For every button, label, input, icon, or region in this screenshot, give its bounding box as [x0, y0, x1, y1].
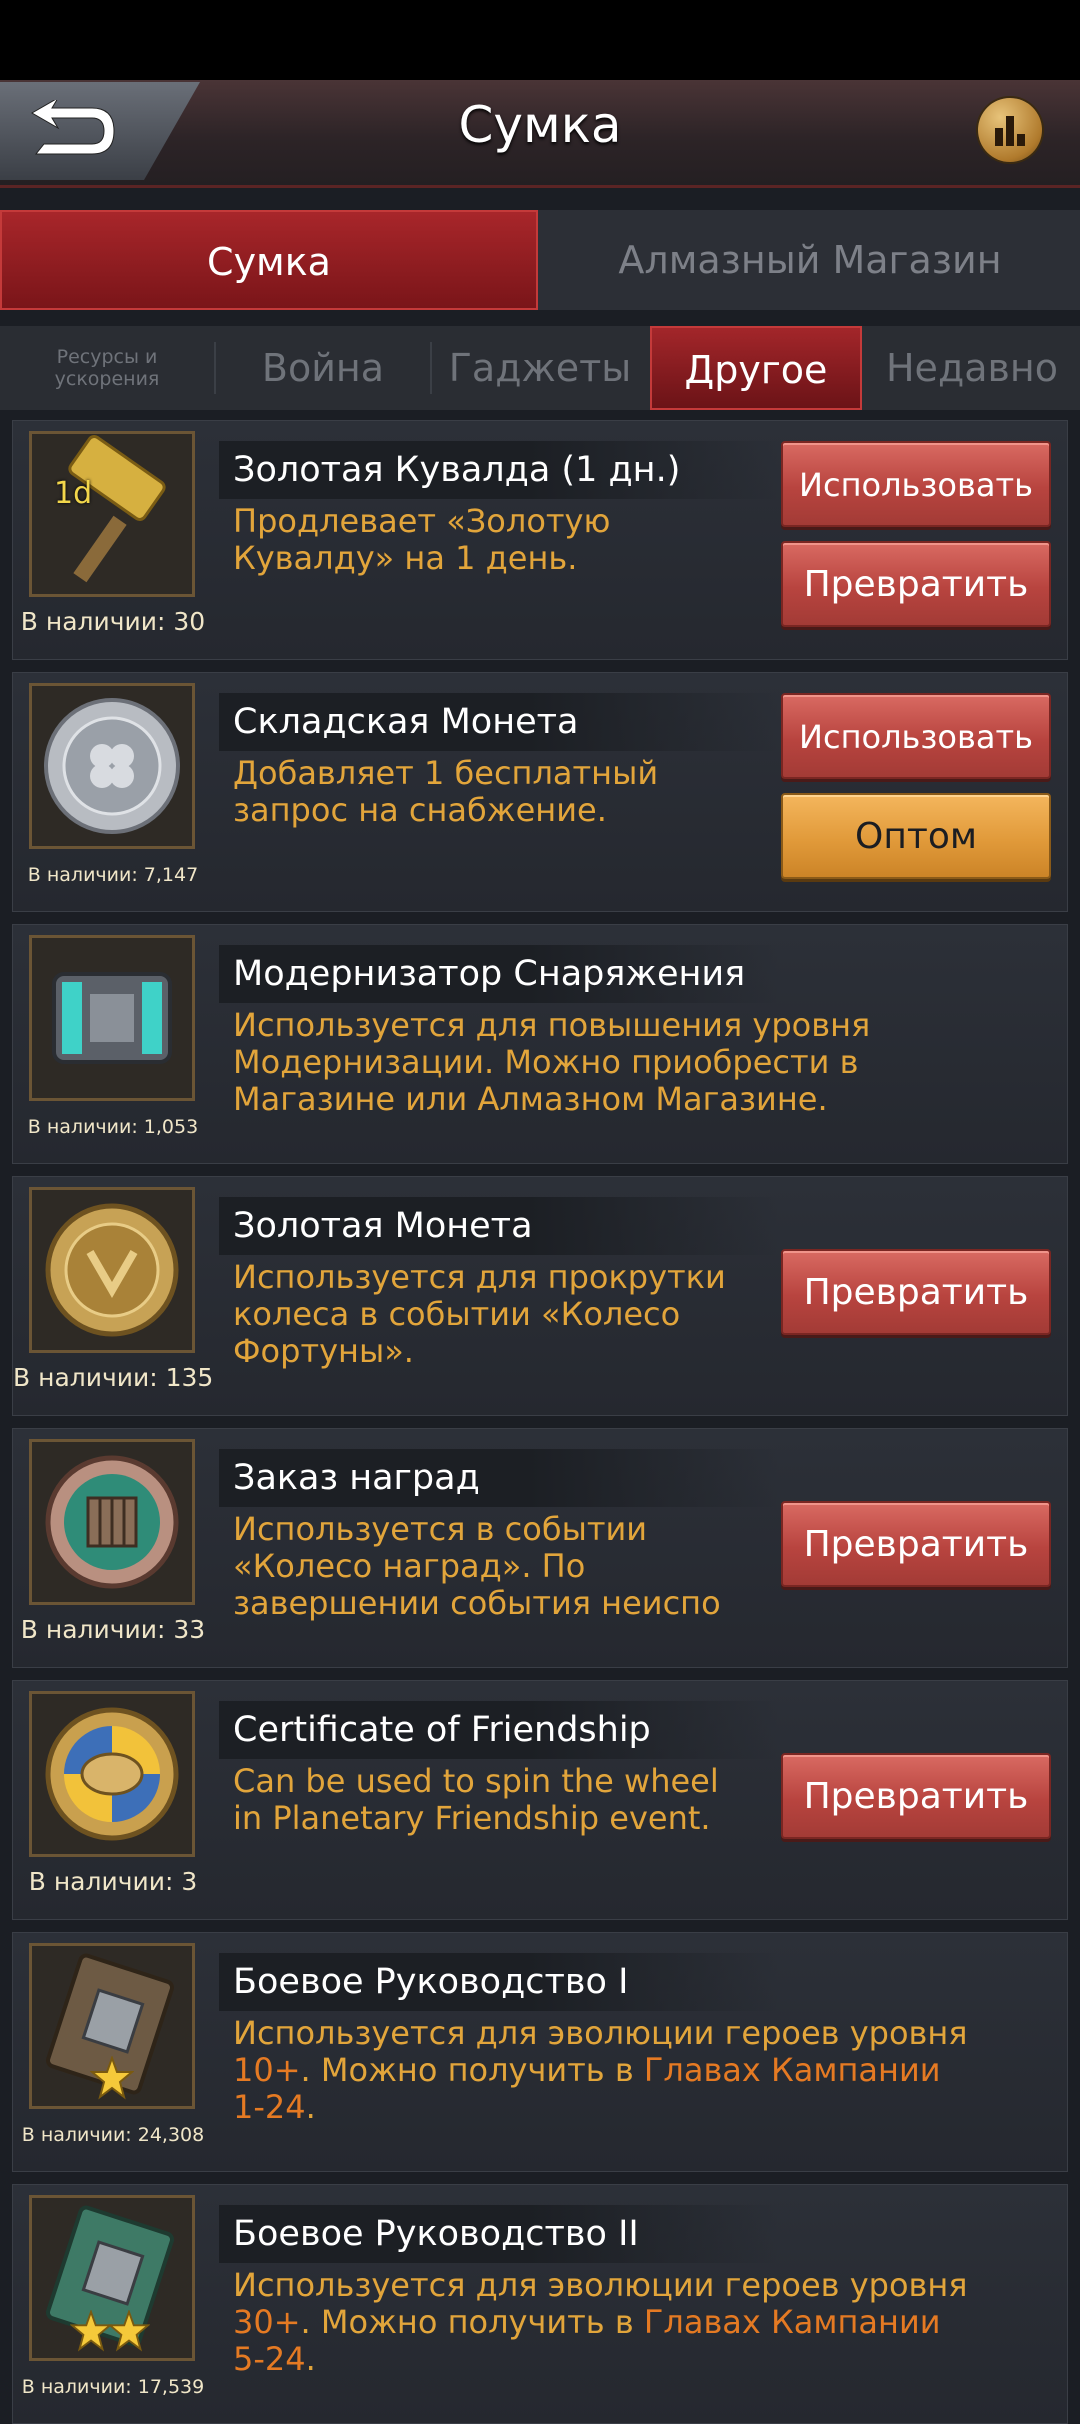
tab-resources-label: Ресурсы и ускорения	[54, 346, 160, 390]
golden-hammer-icon	[68, 435, 166, 583]
item-description: Используется в событии «Колесо наград». …	[233, 1510, 721, 1622]
item-name: Золотая Кувалда (1 дн.)	[219, 441, 779, 499]
tab-other[interactable]: Другое	[650, 326, 862, 410]
bar-chart-icon	[995, 116, 1025, 146]
item-description: Can be used to spin the wheel in Planeta…	[233, 1762, 719, 1837]
item-name: Боевое Руководство I	[219, 1953, 779, 2011]
gold-coin-icon	[45, 1203, 179, 1337]
item-thumbnail[interactable]	[29, 1439, 195, 1605]
desc-level-highlight: 10+	[233, 2051, 301, 2089]
desc-text: . Можно получить в	[300, 2051, 644, 2089]
tab-recent[interactable]: Недавно	[864, 326, 1080, 410]
silver-coin-icon	[44, 698, 180, 834]
convert-button[interactable]: Превратить	[781, 541, 1051, 627]
stats-button[interactable]	[978, 98, 1042, 162]
list-item: В наличии: 33 Заказ наград Используется …	[12, 1428, 1068, 1668]
item-count: В наличии: 33	[20, 1615, 206, 1644]
item-description: Используется для эволюции героев уровня …	[233, 2267, 968, 2378]
convert-button[interactable]: Превратить	[781, 1249, 1051, 1335]
item-description: Продлевает «Золотую Кувалду» на 1 день.	[233, 502, 611, 577]
list-item: 1d В наличии: 30 Золотая Кувалда (1 дн.)…	[12, 420, 1068, 660]
star-icon	[70, 2310, 112, 2352]
tab-bag[interactable]: Сумка	[0, 210, 538, 310]
item-thumbnail[interactable]	[29, 1691, 195, 1857]
convert-button[interactable]: Превратить	[781, 1501, 1051, 1587]
desc-text: Используется для эволюции героев уровня	[233, 2266, 968, 2304]
list-item: В наличии: 1,053 Модернизатор Снаряжения…	[12, 924, 1068, 1164]
status-bar	[0, 0, 1080, 80]
page-title: Сумка	[458, 96, 622, 154]
item-description: Используется для эволюции героев уровня …	[233, 2015, 968, 2126]
desc-campaign-highlight: Главах Кампании	[643, 2051, 941, 2089]
item-thumbnail[interactable]	[29, 1187, 195, 1353]
item-count: В наличии: 135	[13, 1363, 214, 1392]
item-count: В наличии: 24,308	[21, 2124, 205, 2146]
desc-text: .	[305, 2340, 316, 2378]
header: Сумка	[0, 80, 1080, 188]
item-count: В наличии: 17,539	[21, 2376, 205, 2398]
convert-button[interactable]: Превратить	[781, 1753, 1051, 1839]
desc-chapters-highlight: 5-24	[233, 2340, 306, 2378]
desc-text: .	[305, 2088, 316, 2126]
item-name: Заказ наград	[219, 1449, 779, 1507]
desc-chapters-highlight: 1-24	[233, 2088, 306, 2126]
desc-level-highlight: 30+	[233, 2303, 301, 2341]
bulk-button[interactable]: Оптом	[781, 793, 1051, 879]
reward-order-icon	[45, 1455, 179, 1589]
list-item: В наличии: 7,147 Складская Монета Добавл…	[12, 672, 1068, 912]
tab-gadgets[interactable]: Гаджеты	[432, 326, 648, 410]
item-count: В наличии: 3	[28, 1867, 198, 1896]
item-name: Боевое Руководство II	[219, 2205, 779, 2263]
use-button[interactable]: Использовать	[781, 693, 1051, 779]
item-name: Модернизатор Снаряжения	[219, 945, 779, 1003]
list-item: В наличии: 3 Certificate of Friendship C…	[12, 1680, 1068, 1920]
star-icon	[108, 2310, 150, 2352]
item-description: Добавляет 1 бесплатный запрос на снабжен…	[233, 754, 659, 829]
list-item: В наличии: 24,308 Боевое Руководство I И…	[12, 1932, 1068, 2172]
item-description: Используется для прокрутки колеса в собы…	[233, 1258, 726, 1370]
item-count: В наличии: 1,053	[27, 1116, 199, 1138]
tab-war[interactable]: Война	[216, 326, 430, 410]
use-button[interactable]: Использовать	[781, 441, 1051, 527]
desc-campaign-highlight: Главах Кампании	[643, 2303, 941, 2341]
item-thumbnail[interactable]	[29, 2195, 195, 2361]
item-name: Золотая Монета	[219, 1197, 779, 1255]
gear-upgrader-icon	[52, 972, 172, 1064]
item-name: Certificate of Friendship	[219, 1701, 779, 1759]
item-count: В наличии: 30	[20, 607, 206, 636]
tab-resources-speedups[interactable]: Ресурсы и ускорения	[0, 326, 214, 410]
desc-text: Используется для эволюции героев уровня	[233, 2014, 968, 2052]
item-count: В наличии: 7,147	[27, 864, 199, 886]
item-thumbnail[interactable]	[29, 683, 195, 849]
list-item: В наличии: 17,539 Боевое Руководство II …	[12, 2184, 1068, 2424]
item-name: Складская Монета	[219, 693, 779, 751]
top-tab-bar: Сумка Алмазный Магазин	[0, 210, 1080, 310]
item-thumbnail[interactable]	[29, 1943, 195, 2109]
tab-diamond-shop[interactable]: Алмазный Магазин	[540, 210, 1080, 310]
desc-text: . Можно получить в	[300, 2303, 644, 2341]
item-description: Используется для повышения уровня Модерн…	[233, 1006, 871, 1118]
item-thumbnail[interactable]: 1d	[29, 431, 195, 597]
duration-badge: 1d	[54, 476, 93, 511]
category-tab-bar: Ресурсы и ускорения Война Гаджеты Другое…	[0, 326, 1080, 410]
item-thumbnail[interactable]	[29, 935, 195, 1101]
list-item: В наличии: 135 Золотая Монета Использует…	[12, 1176, 1068, 1416]
star-icon	[90, 2056, 134, 2100]
friendship-certificate-icon	[45, 1707, 179, 1841]
